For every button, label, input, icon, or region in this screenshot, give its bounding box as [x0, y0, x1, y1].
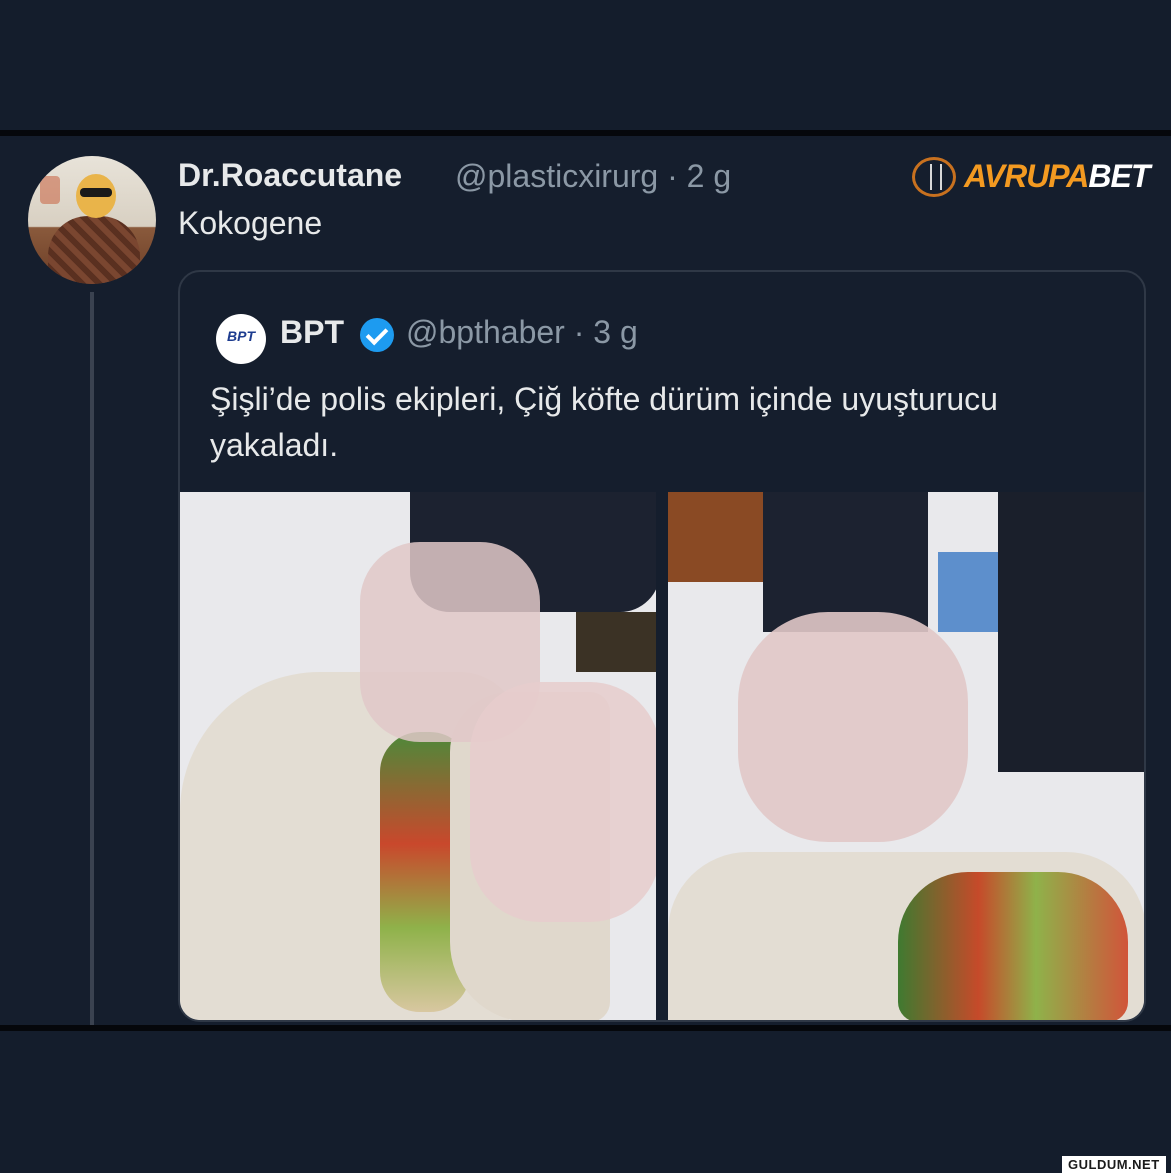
tweet-text: Kokogene	[178, 205, 323, 241]
quoted-author-name[interactable]: BPT	[280, 314, 344, 351]
tweet-photo-2[interactable]	[668, 492, 1144, 1020]
author-name[interactable]: Dr.Roaccutane	[178, 157, 402, 194]
author-handle[interactable]: @plasticxirurg	[455, 158, 658, 194]
top-divider	[0, 130, 1171, 136]
sunglasses-emoji-icon	[80, 188, 112, 197]
quoted-meta-separator: ·	[573, 314, 585, 350]
quoted-author-avatar[interactable]: BPT	[216, 314, 266, 364]
bottom-band	[0, 1032, 1171, 1173]
tweet-age[interactable]: 2 g	[687, 158, 731, 194]
thread-line	[90, 292, 94, 1025]
quoted-tweet-text: Şişli’de polis ekipleri, Çiğ köfte dürüm…	[210, 381, 998, 463]
watermark: GULDUM.NET	[1062, 1156, 1166, 1173]
brand-emblem-icon	[912, 157, 956, 197]
meta-separator: ·	[667, 158, 678, 194]
author-meta: @plasticxirurg · 2 g	[455, 158, 731, 195]
brand-logo: AVRUPABET	[912, 155, 1162, 199]
quoted-tweet[interactable]: BPT BPT @bpthaber · 3 g Şişli’de polis e…	[178, 270, 1146, 1022]
quoted-avatar-logo-text: BPT	[227, 328, 255, 344]
tweet-photo-1[interactable]	[180, 492, 656, 1020]
brand-name-part1: AVRUPA	[964, 158, 1089, 194]
bottom-divider	[0, 1025, 1171, 1031]
brand-name-part2: BET	[1088, 158, 1150, 194]
top-band	[0, 0, 1171, 130]
author-avatar[interactable]	[28, 156, 156, 284]
verified-badge-icon	[360, 318, 394, 352]
quoted-author-handle[interactable]: @bpthaber	[406, 314, 565, 350]
quoted-tweet-age[interactable]: 3 g	[593, 314, 637, 350]
quoted-author-meta: @bpthaber · 3 g	[406, 314, 638, 351]
